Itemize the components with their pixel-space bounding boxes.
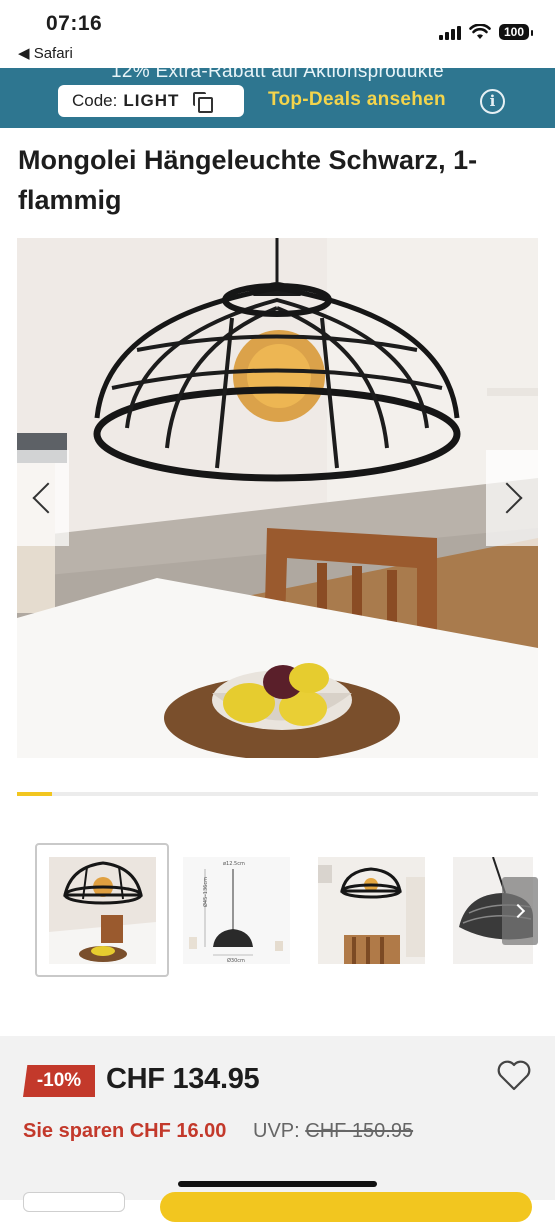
thumb-dim-bottom: Ø30cm [227,957,245,964]
chevron-right-icon [491,482,523,514]
status-bar: 07:16 ◀ Safari 100 [0,0,555,68]
thumb-dim-height: Ø45–136cm [202,877,209,907]
product-image-gallery[interactable] [17,238,538,758]
promo-banner: 12% Extra-Rabatt auf Aktionsprodukte Cod… [0,68,555,128]
thumbnail-image-2-dimensions: ø12.5cm Ø45–136cm Ø30cm [183,857,290,964]
copy-icon[interactable] [193,92,214,113]
product-title: Mongolei Hängeleuchte Schwarz, 1-flammig [18,145,478,215]
promo-code-value: LIGHT [123,91,180,110]
info-icon[interactable]: i [480,89,505,114]
uvp-label: UVP: [253,1120,300,1142]
thumbnail-strip: ø12.5cm Ø45–136cm Ø30cm [35,843,538,979]
back-to-safari[interactable]: ◀ Safari [18,44,73,62]
status-time: 07:16 [46,12,103,35]
wifi-icon [469,24,491,39]
uvp-price: UVP: CHF 150.95 [253,1120,413,1143]
thumb-dim-top: ø12.5cm [223,861,245,867]
quantity-selector[interactable] [23,1192,125,1212]
product-photo-pendant-lamp [17,238,538,758]
thumbnail-1[interactable] [35,843,169,977]
chevron-left-icon [32,482,64,514]
promo-headline: 12% Extra-Rabatt auf Aktionsprodukte [111,68,444,82]
thumbnail-image-1 [49,857,156,964]
price-panel [0,1036,555,1200]
discount-badge: -10% [23,1065,95,1097]
add-to-cart-button[interactable] [160,1192,532,1222]
chevron-right-icon [510,903,526,919]
promo-code-box[interactable]: Code: LIGHT [58,85,244,117]
savings-text: Sie sparen CHF 16.00 [23,1120,227,1142]
thumbnail-2[interactable]: ø12.5cm Ø45–136cm Ø30cm [183,857,290,964]
promo-code-label: Code: [72,91,118,110]
home-indicator [178,1181,377,1187]
battery-icon: 100 [498,24,534,40]
thumbnail-image-3 [318,857,425,964]
thumbnail-next-button[interactable] [502,877,538,945]
gallery-next-button[interactable] [486,450,538,546]
gallery-prev-button[interactable] [17,450,69,546]
product-price: CHF 134.95 [106,1063,260,1095]
thumbnail-3[interactable] [318,857,425,964]
top-deals-link[interactable]: Top-Deals ansehen [268,89,446,111]
status-icons: 100 [438,24,534,40]
uvp-value: CHF 150.95 [305,1120,414,1142]
gallery-progress-track [17,792,538,796]
signal-icon [438,25,461,40]
heart-icon[interactable] [496,1058,532,1092]
gallery-progress-fill [17,792,52,796]
